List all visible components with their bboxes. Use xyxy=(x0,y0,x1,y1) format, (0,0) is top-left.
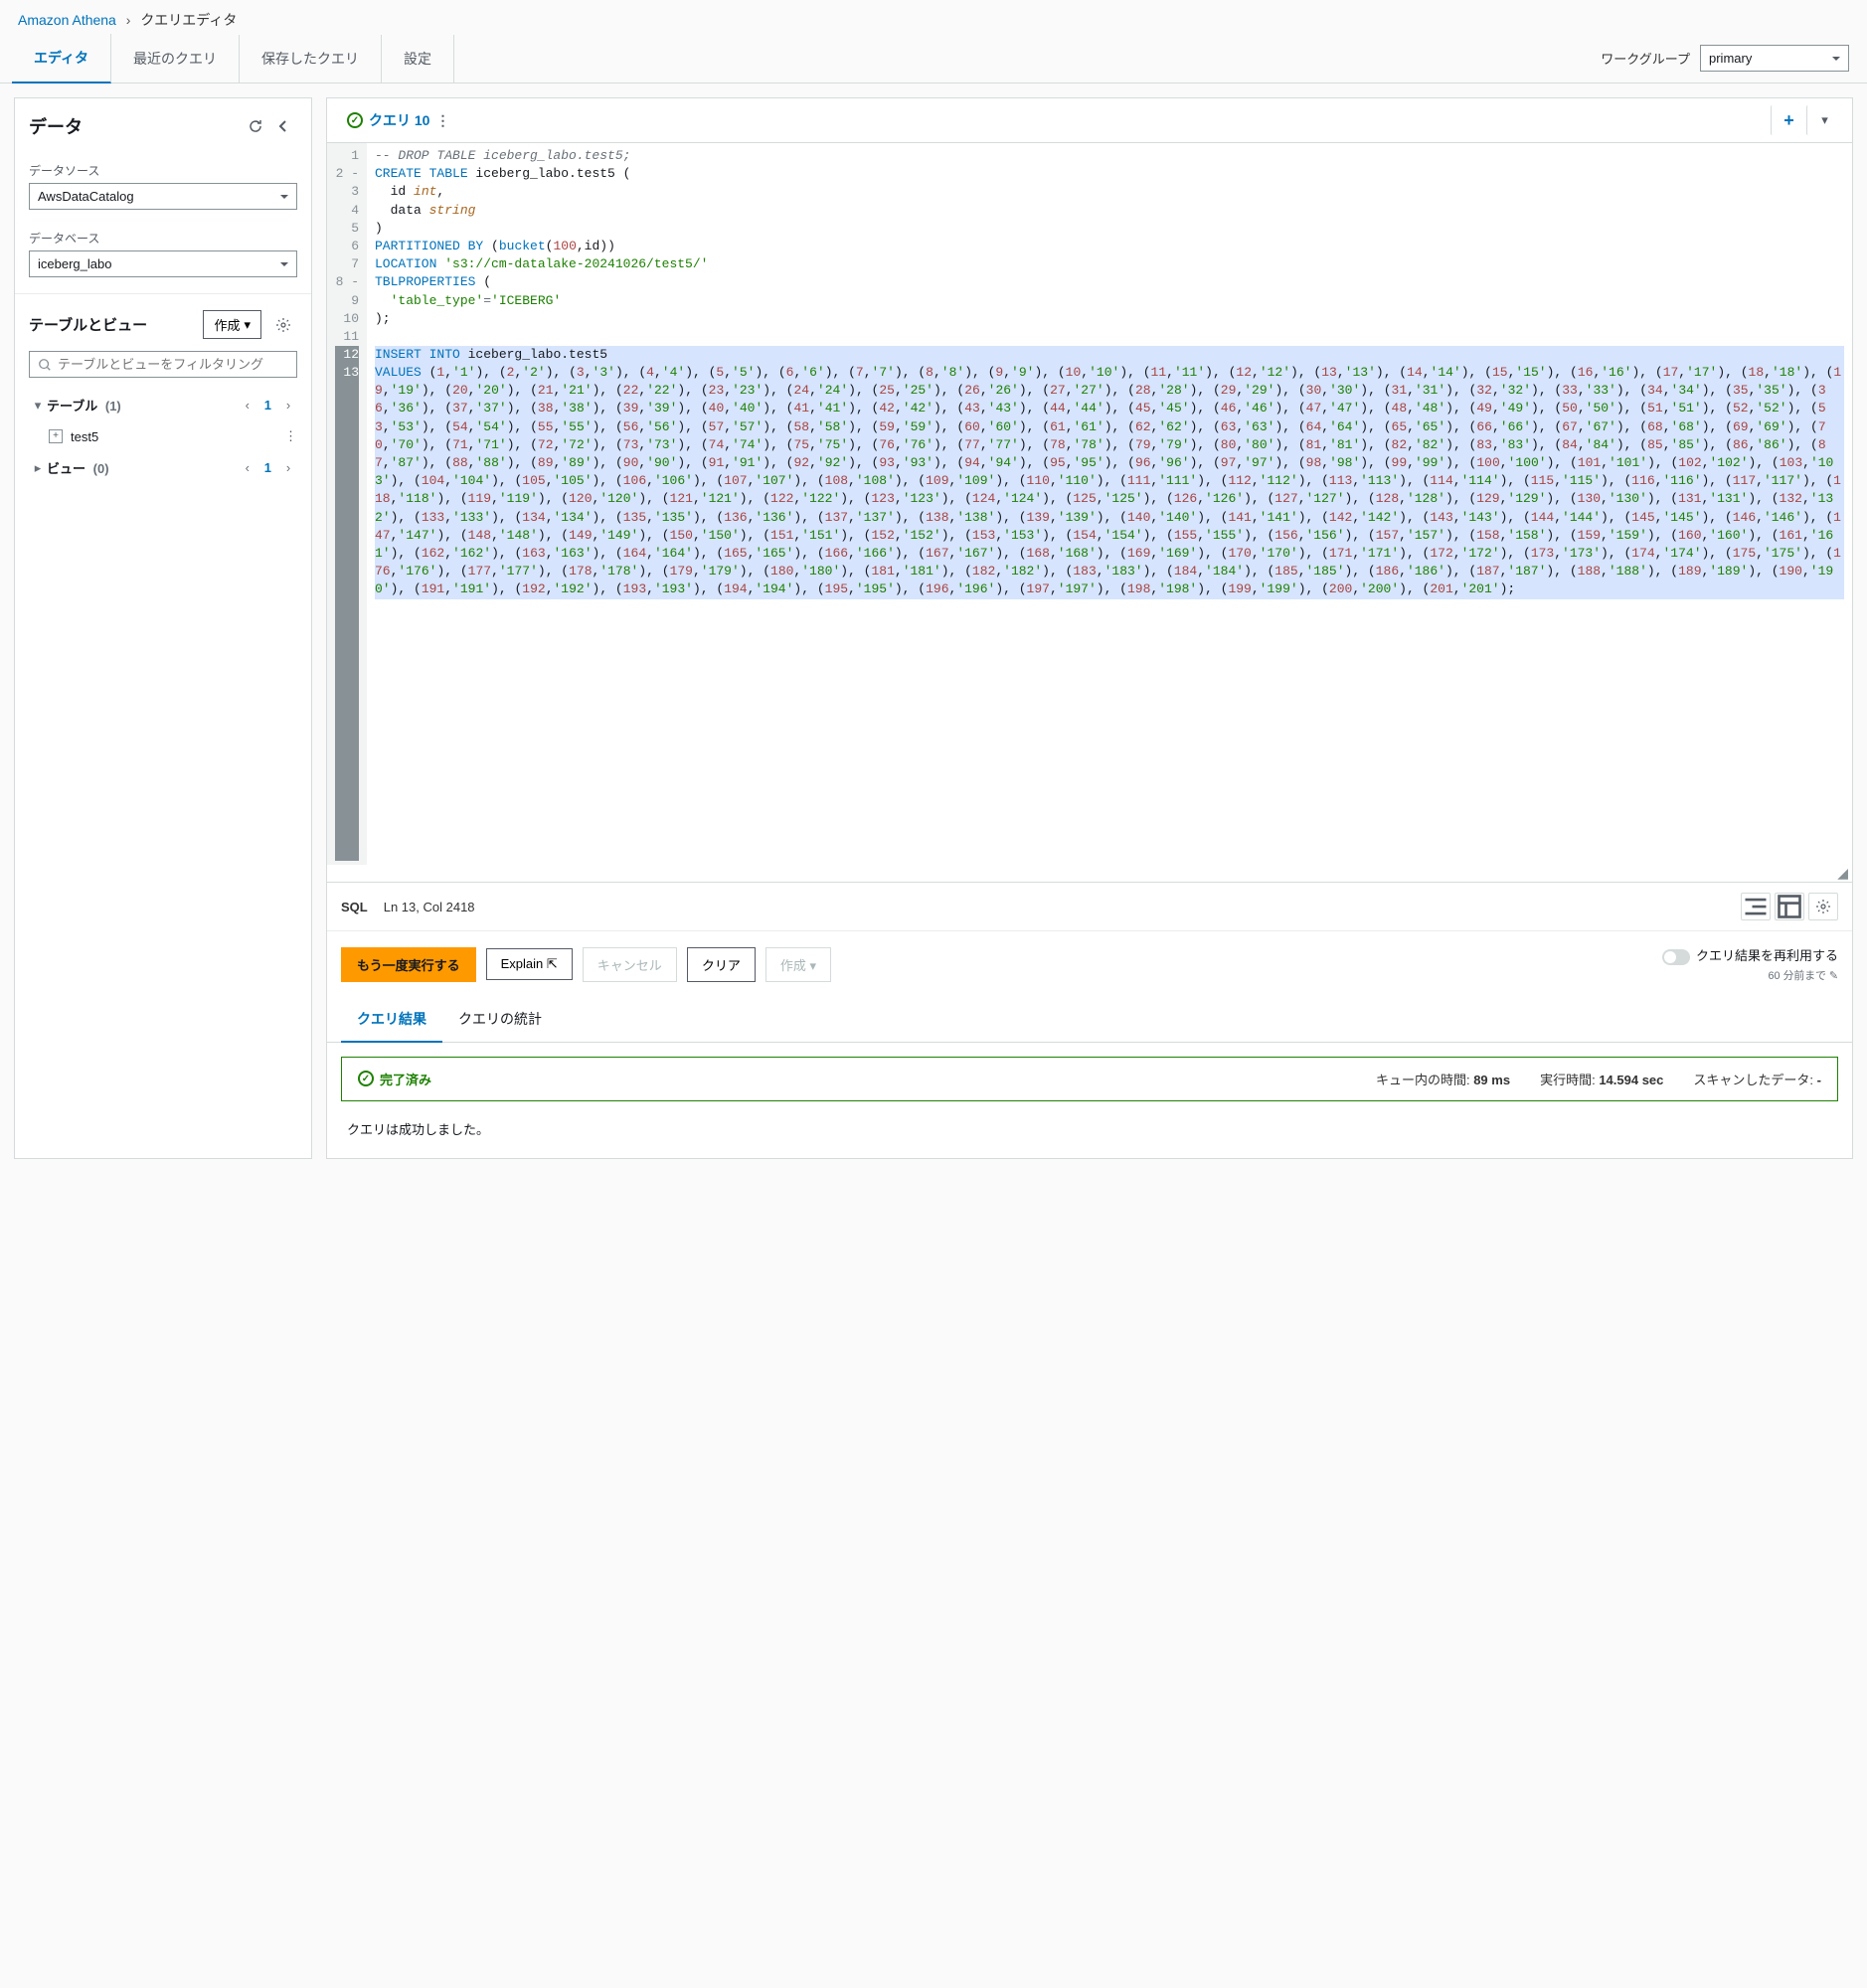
reuse-toggle[interactable] xyxy=(1662,949,1690,965)
result-status-box: ✓完了済み キュー内の時間: 89 ms 実行時間: 14.594 sec スキ… xyxy=(341,1057,1838,1101)
sidebar-title: データ xyxy=(29,113,242,139)
format-icon[interactable] xyxy=(1741,893,1771,920)
query-tab[interactable]: ✓ クエリ 10 ⋮ xyxy=(337,104,459,136)
breadcrumb-current: クエリエディタ xyxy=(140,12,237,28)
success-icon: ✓ xyxy=(358,1071,374,1086)
sidebar: データ データソース AwsDataCatalog データベース iceberg… xyxy=(14,97,312,1159)
result-message: クエリは成功しました。 xyxy=(327,1115,1852,1158)
table-row[interactable]: + test5 ⋮ xyxy=(15,422,311,450)
datasource-label: データソース xyxy=(15,154,311,183)
editor-status-bar: SQL Ln 13, Col 2418 xyxy=(327,882,1852,930)
create-button[interactable]: 作成▾ xyxy=(203,310,261,339)
views-header[interactable]: ▸ ビュー (0) ‹1› xyxy=(15,450,311,485)
refresh-icon[interactable] xyxy=(242,112,269,140)
tab-editor[interactable]: エディタ xyxy=(12,34,111,83)
resize-handle[interactable]: ◢ xyxy=(327,865,1852,882)
tab-query-stats[interactable]: クエリの統計 xyxy=(442,997,558,1042)
external-icon: ⇱ xyxy=(547,956,558,971)
cancel-button: キャンセル xyxy=(583,947,677,982)
expand-icon[interactable]: + xyxy=(49,429,63,443)
database-label: データベース xyxy=(15,222,311,250)
workgroup-label: ワークグループ xyxy=(1601,49,1690,68)
tab-settings[interactable]: 設定 xyxy=(382,35,454,83)
layout-icon[interactable] xyxy=(1775,893,1804,920)
tab-recent[interactable]: 最近のクエリ xyxy=(111,35,240,83)
search-icon xyxy=(38,358,52,372)
workgroup-select[interactable]: primary xyxy=(1700,45,1849,72)
cursor-position: Ln 13, Col 2418 xyxy=(384,900,475,914)
main-tabs: エディタ 最近のクエリ 保存したクエリ 設定 ワークグループ primary xyxy=(0,34,1867,83)
tab-menu-icon[interactable]: ⋮ xyxy=(435,112,449,129)
settings-icon[interactable] xyxy=(269,311,297,339)
breadcrumb: Amazon Athena › クエリエディタ xyxy=(0,0,1867,34)
tab-query-result[interactable]: クエリ結果 xyxy=(341,997,442,1043)
tab-dropdown-button[interactable]: ▾ xyxy=(1806,105,1842,135)
tab-saved[interactable]: 保存したクエリ xyxy=(240,35,382,83)
success-icon: ✓ xyxy=(347,112,363,128)
new-tab-button[interactable]: + xyxy=(1771,105,1806,135)
lang-indicator: SQL xyxy=(341,900,368,914)
search-input-wrap xyxy=(29,351,297,378)
clear-button[interactable]: クリア xyxy=(687,947,756,982)
reuse-label: クエリ結果を再利用する xyxy=(1696,948,1838,963)
row-menu-icon[interactable]: ⋮ xyxy=(284,428,297,444)
breadcrumb-root[interactable]: Amazon Athena xyxy=(18,12,116,28)
edit-icon[interactable]: ✎ xyxy=(1829,970,1838,982)
collapse-sidebar-icon[interactable] xyxy=(269,112,297,140)
editor-panel: ✓ クエリ 10 ⋮ + ▾ 12 -345678 -910111213 -- … xyxy=(326,97,1853,1159)
code-editor[interactable]: 12 -345678 -910111213 -- DROP TABLE iceb… xyxy=(327,143,1852,865)
explain-button[interactable]: Explain ⇱ xyxy=(486,948,573,980)
run-again-button[interactable]: もう一度実行する xyxy=(341,947,476,982)
create-dropdown-button: 作成 ▾ xyxy=(765,947,831,982)
tables-views-title: テーブルとビュー xyxy=(29,314,195,335)
datasource-select[interactable]: AwsDataCatalog xyxy=(29,183,297,210)
database-select[interactable]: iceberg_labo xyxy=(29,250,297,277)
search-input[interactable] xyxy=(58,357,288,372)
editor-settings-icon[interactable] xyxy=(1808,893,1838,920)
tables-header[interactable]: ▾ テーブル (1) ‹1› xyxy=(15,388,311,422)
